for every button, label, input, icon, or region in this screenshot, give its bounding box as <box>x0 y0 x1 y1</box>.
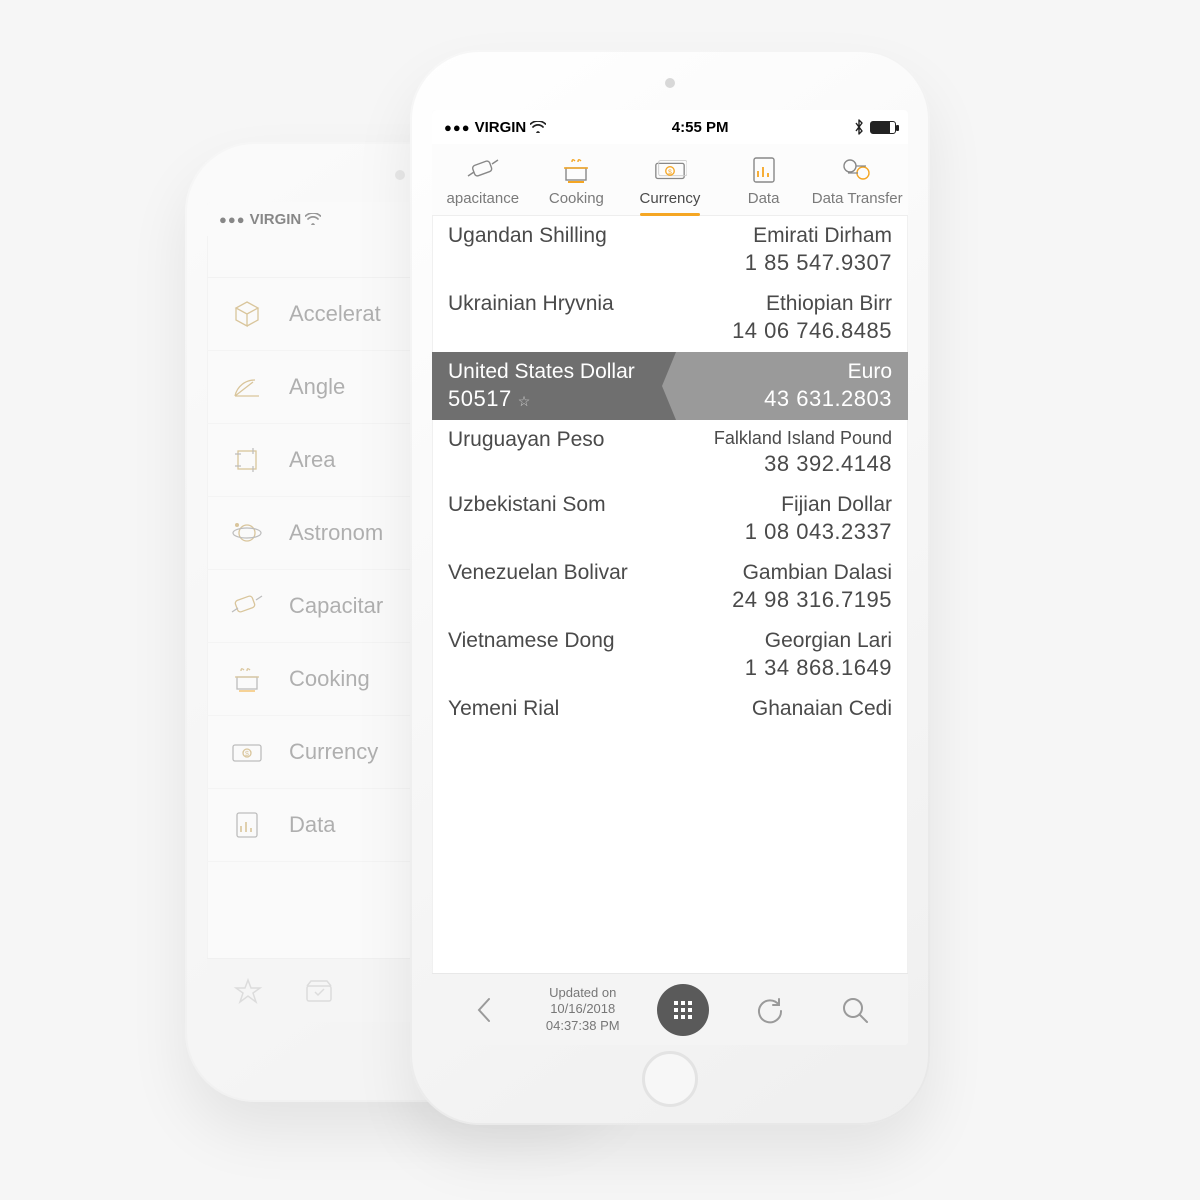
to-name: Euro <box>678 360 892 384</box>
tab-label: Currency <box>640 190 701 207</box>
to-value: 14 06 746.8485 <box>670 318 892 344</box>
wifi-icon <box>530 121 546 133</box>
category-label: Capacitar <box>289 593 383 619</box>
data-icon <box>747 154 781 186</box>
bottom-toolbar: Updated on 10/16/2018 04:37:38 PM <box>432 973 908 1045</box>
category-label: Cooking <box>289 666 370 692</box>
tab-currency[interactable]: $ Currency <box>623 150 717 215</box>
from-name: Vietnamese Dong <box>448 629 670 653</box>
svg-text:$: $ <box>245 751 249 758</box>
carrier-label: VIRGIN <box>475 119 527 136</box>
from-name: Ugandan Shilling <box>448 224 670 248</box>
to-value: 24 98 316.7195 <box>670 587 892 613</box>
capacitor-icon <box>229 588 265 624</box>
favorites-icon[interactable] <box>233 976 263 1006</box>
to-name: Georgian Lari <box>670 629 892 653</box>
cash-icon: $ <box>229 734 265 770</box>
currency-list[interactable]: Ugandan Shilling Emirati Dirham1 85 547.… <box>432 216 908 973</box>
to-name: Ethiopian Birr <box>670 292 892 316</box>
to-value: 1 08 043.2337 <box>670 519 892 545</box>
from-name: Ukrainian Hryvnia <box>448 292 670 316</box>
planet-icon <box>229 515 265 551</box>
capacitor-icon <box>466 154 500 186</box>
category-label: Area <box>289 447 335 473</box>
category-tabs: apacitance Cooking $ Currency Data Data … <box>432 144 908 216</box>
category-label: Data <box>289 812 335 838</box>
tab-label: Data <box>748 190 780 207</box>
category-label: Accelerat <box>289 301 381 327</box>
status-bar: ●●● VIRGIN 4:55 PM <box>432 110 908 144</box>
tab-data[interactable]: Data <box>717 150 811 215</box>
to-value: 43 631.2803 <box>678 386 892 412</box>
signal-dots-icon: ●●● <box>444 120 471 135</box>
currency-row[interactable]: Venezuelan Bolivar Gambian Dalasi24 98 3… <box>432 553 908 621</box>
phone-speaker <box>665 78 675 88</box>
phone-speaker <box>395 170 405 180</box>
protractor-icon <box>229 369 265 405</box>
tab-label: apacitance <box>447 190 520 207</box>
transfer-icon <box>840 154 874 186</box>
to-value: 38 392.4148 <box>670 451 892 477</box>
tab-cooking[interactable]: Cooking <box>530 150 624 215</box>
to-value: 1 34 868.1649 <box>670 655 892 681</box>
status-time: 4:55 PM <box>546 119 854 136</box>
category-label: Currency <box>289 739 378 765</box>
from-name: United States Dollar <box>448 360 662 384</box>
bluetooth-icon <box>854 119 864 135</box>
carrier-label: VIRGIN <box>250 211 302 228</box>
phone-front: ●●● VIRGIN 4:55 PM apacitance Cooking <box>410 50 930 1125</box>
from-value: 50517 <box>448 386 512 411</box>
from-name: Uruguayan Peso <box>448 428 670 452</box>
tab-label: Cooking <box>549 190 604 207</box>
cube-icon <box>229 296 265 332</box>
front-screen: ●●● VIRGIN 4:55 PM apacitance Cooking <box>432 110 908 1045</box>
from-name: Yemeni Rial <box>448 697 670 721</box>
star-icon[interactable]: ☆ <box>518 393 531 409</box>
currency-row[interactable]: Ukrainian Hryvnia Ethiopian Birr14 06 74… <box>432 284 908 352</box>
pot-icon <box>559 154 593 186</box>
to-name: Falkland Island Pound <box>670 428 892 449</box>
currency-row-selected[interactable]: United States Dollar 50517 ☆ Euro 43 631.… <box>432 352 908 420</box>
updated-label: Updated on 10/16/2018 04:37:38 PM <box>546 985 620 1034</box>
stage: ●●● VIRGIN ⊂ Accelerat Angle A <box>20 20 1180 1180</box>
back-button[interactable] <box>461 986 509 1034</box>
grid-button[interactable] <box>657 984 709 1036</box>
to-name: Fijian Dollar <box>670 493 892 517</box>
to-name: Emirati Dirham <box>670 224 892 248</box>
currency-row[interactable]: Yemeni Rial Ghanaian Cedi <box>432 689 908 729</box>
battery-icon <box>870 121 896 134</box>
pot-icon <box>229 661 265 697</box>
from-name: Uzbekistani Som <box>448 493 670 517</box>
area-icon <box>229 442 265 478</box>
wifi-icon <box>305 213 321 225</box>
currency-row[interactable]: Uruguayan Peso Falkland Island Pound38 3… <box>432 420 908 485</box>
currency-row[interactable]: Vietnamese Dong Georgian Lari1 34 868.16… <box>432 621 908 689</box>
category-label: Angle <box>289 374 345 400</box>
currency-row[interactable]: Uzbekistani Som Fijian Dollar1 08 043.23… <box>432 485 908 553</box>
to-name: Ghanaian Cedi <box>670 697 892 721</box>
svg-text:$: $ <box>668 169 672 176</box>
data-icon <box>229 807 265 843</box>
home-button[interactable] <box>642 1051 698 1107</box>
currency-row[interactable]: Ugandan Shilling Emirati Dirham1 85 547.… <box>432 216 908 284</box>
tab-data-transfer[interactable]: Data Transfer <box>810 150 904 215</box>
search-button[interactable] <box>831 986 879 1034</box>
from-name: Venezuelan Bolivar <box>448 561 670 585</box>
cash-icon: $ <box>653 154 687 186</box>
category-label: Astronom <box>289 520 383 546</box>
tab-capacitance[interactable]: apacitance <box>436 150 530 215</box>
to-value: 1 85 547.9307 <box>670 250 892 276</box>
refresh-button[interactable] <box>746 986 794 1034</box>
signal-dots-icon: ●●● <box>219 212 246 227</box>
tab-label: Data Transfer <box>812 190 903 207</box>
to-name: Gambian Dalasi <box>670 561 892 585</box>
archive-icon[interactable] <box>303 978 335 1004</box>
